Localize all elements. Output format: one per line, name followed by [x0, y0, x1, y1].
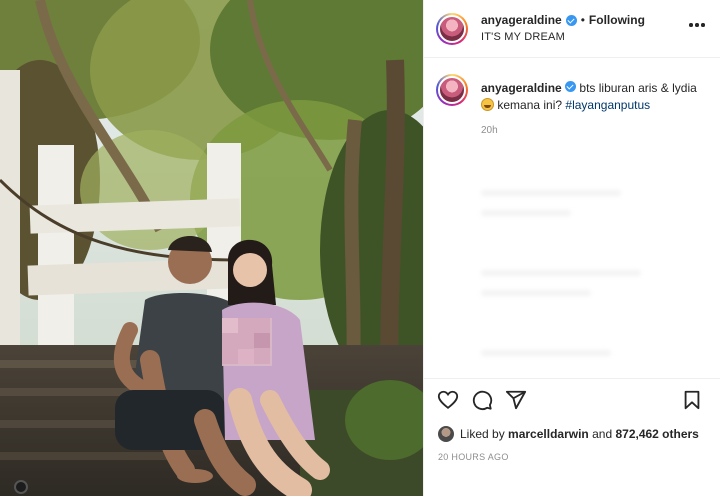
- caption-line-2: kemana ini?: [497, 98, 563, 112]
- bookmark-icon[interactable]: [680, 388, 704, 412]
- likes-summary: Liked by marcelldarwin and 872,462 other…: [438, 426, 699, 442]
- comments-area: [424, 150, 720, 370]
- comment-icon[interactable]: [470, 388, 494, 412]
- author-avatar[interactable]: [436, 13, 468, 45]
- likes-count[interactable]: 872,462 others: [615, 427, 698, 441]
- liker-avatar[interactable]: [438, 426, 454, 442]
- author-line: anyageraldine • Following: [481, 13, 645, 27]
- post-subtitle[interactable]: IT'S MY DREAM: [481, 31, 565, 43]
- grinning-emoji-icon: [481, 98, 494, 111]
- post-photo[interactable]: [0, 0, 423, 496]
- separator-dot: •: [580, 13, 585, 27]
- liked-by-user[interactable]: marcelldarwin: [508, 427, 589, 441]
- send-icon[interactable]: [504, 388, 528, 412]
- caption-line-1: bts liburan aris & lydia: [579, 81, 697, 95]
- caption-username[interactable]: anyageraldine: [481, 81, 562, 95]
- verified-badge-icon: [565, 14, 577, 26]
- post-header: anyageraldine • Following IT'S MY DREAM: [424, 0, 720, 58]
- post-timestamp[interactable]: 20 HOURS AGO: [438, 452, 509, 462]
- caption-avatar[interactable]: [436, 74, 468, 106]
- heart-icon[interactable]: [436, 388, 460, 412]
- post-side-panel: anyageraldine • Following IT'S MY DREAM …: [423, 0, 720, 496]
- instagram-post: anyageraldine • Following IT'S MY DREAM …: [0, 0, 720, 496]
- author-username[interactable]: anyageraldine: [481, 13, 562, 27]
- action-bar: Liked by marcelldarwin and 872,462 other…: [424, 378, 720, 496]
- more-options-icon[interactable]: [687, 18, 707, 32]
- verified-badge-icon: [565, 81, 577, 92]
- likes-prefix: Liked by: [460, 427, 505, 441]
- photo-scene: [0, 0, 423, 496]
- caption-hashtag[interactable]: #layanganputus: [565, 98, 650, 112]
- following-button[interactable]: Following: [589, 13, 645, 27]
- photo-tag-icon[interactable]: [14, 480, 28, 494]
- caption-time: 20h: [481, 125, 498, 136]
- likes-joiner: and: [592, 427, 613, 441]
- caption-text: anyageraldine bts liburan aris & lydia k…: [481, 80, 711, 114]
